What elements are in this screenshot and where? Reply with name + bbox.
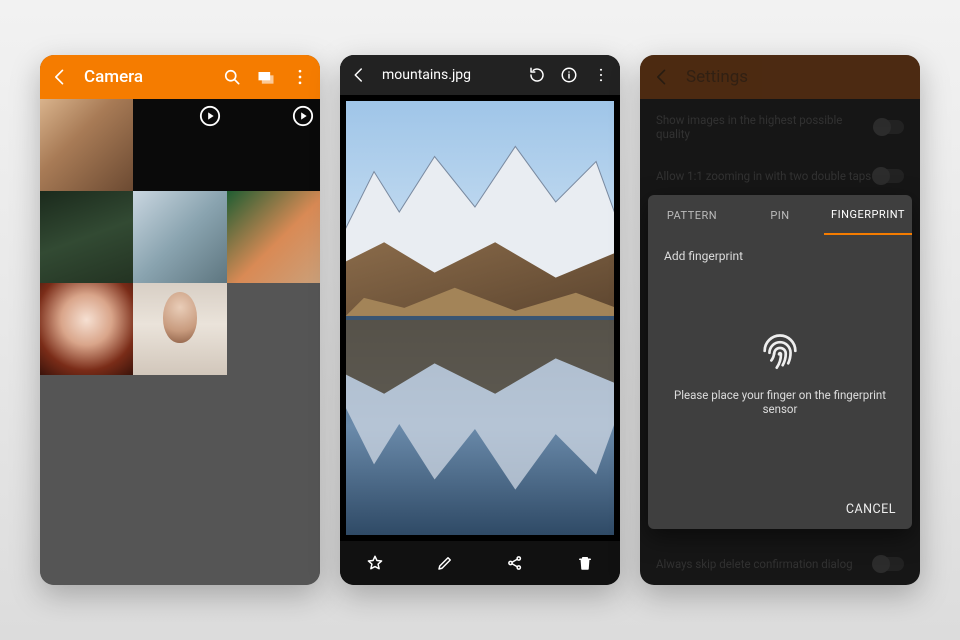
toggle[interactable] bbox=[874, 557, 904, 571]
viewer-appbar: mountains.jpg bbox=[340, 55, 620, 95]
gallery-title: Camera bbox=[84, 67, 143, 87]
sheet-body: Add fingerprint Please place your finger… bbox=[648, 235, 912, 490]
favorite-button[interactable] bbox=[366, 554, 384, 572]
more-button[interactable] bbox=[290, 67, 310, 87]
search-button[interactable] bbox=[222, 67, 242, 87]
tab-pin[interactable]: PIN bbox=[736, 195, 824, 235]
share-icon bbox=[506, 554, 524, 572]
thumbnail-video[interactable] bbox=[227, 99, 320, 191]
thumbnail-video[interactable] bbox=[133, 99, 226, 191]
security-tabs: PATTERN PIN FINGERPRINT bbox=[648, 195, 912, 235]
viewer-image[interactable] bbox=[340, 95, 620, 541]
pencil-icon bbox=[436, 554, 454, 572]
back-button[interactable] bbox=[652, 67, 672, 87]
settings-title: Settings bbox=[686, 67, 748, 87]
play-icon bbox=[292, 105, 314, 127]
thumbnail[interactable] bbox=[40, 99, 133, 191]
arrow-left-icon bbox=[50, 67, 70, 87]
rotate-icon bbox=[528, 66, 546, 84]
viewer-screen: mountains.jpg bbox=[340, 55, 620, 585]
back-button[interactable] bbox=[50, 67, 70, 87]
arrow-left-icon bbox=[350, 66, 368, 84]
setting-label: Allow 1:1 zooming in with two double tap… bbox=[656, 169, 871, 183]
search-icon bbox=[222, 67, 242, 87]
arrow-left-icon bbox=[652, 67, 672, 87]
edit-button[interactable] bbox=[436, 554, 454, 572]
setting-label: Show images in the highest possible qual… bbox=[656, 113, 875, 141]
setting-row-quality[interactable]: Show images in the highest possible qual… bbox=[640, 99, 920, 155]
gallery-screen: Camera bbox=[40, 55, 320, 585]
viewer-filename: mountains.jpg bbox=[382, 67, 471, 83]
rotate-button[interactable] bbox=[528, 66, 546, 84]
more-vert-icon bbox=[290, 67, 310, 87]
tab-pattern[interactable]: PATTERN bbox=[648, 195, 736, 235]
slideshow-icon bbox=[256, 67, 276, 87]
sheet-heading: Add fingerprint bbox=[664, 249, 896, 263]
fingerprint-icon bbox=[757, 324, 803, 370]
share-button[interactable] bbox=[506, 554, 524, 572]
settings-screen: Settings Show images in the highest poss… bbox=[640, 55, 920, 585]
sheet-message: Please place your finger on the fingerpr… bbox=[664, 388, 896, 416]
setting-row-zoom[interactable]: Allow 1:1 zooming in with two double tap… bbox=[640, 155, 920, 197]
delete-button[interactable] bbox=[576, 554, 594, 572]
setting-row-skip-confirm[interactable]: Always skip delete confirmation dialog bbox=[640, 543, 920, 585]
mountain-photo bbox=[346, 101, 614, 535]
cancel-button[interactable]: CANCEL bbox=[846, 502, 896, 517]
thumbnail-grid bbox=[40, 99, 320, 585]
toggle[interactable] bbox=[874, 169, 904, 183]
security-sheet: PATTERN PIN FINGERPRINT Add fingerprint … bbox=[648, 195, 912, 529]
info-button[interactable] bbox=[560, 66, 578, 84]
gallery-appbar: Camera bbox=[40, 55, 320, 99]
more-vert-icon bbox=[592, 66, 610, 84]
thumbnail[interactable] bbox=[227, 191, 320, 283]
toggle[interactable] bbox=[875, 120, 904, 134]
play-icon bbox=[199, 105, 221, 127]
thumbnail[interactable] bbox=[133, 283, 226, 375]
settings-appbar: Settings bbox=[640, 55, 920, 99]
more-button[interactable] bbox=[592, 66, 610, 84]
thumbnail[interactable] bbox=[40, 191, 133, 283]
star-icon bbox=[366, 554, 384, 572]
tab-fingerprint[interactable]: FINGERPRINT bbox=[824, 195, 912, 235]
info-icon bbox=[560, 66, 578, 84]
trash-icon bbox=[576, 554, 594, 572]
setting-label: Always skip delete confirmation dialog bbox=[656, 557, 853, 571]
thumbnail[interactable] bbox=[133, 191, 226, 283]
back-button[interactable] bbox=[350, 66, 368, 84]
viewer-bottombar bbox=[340, 541, 620, 585]
slideshow-button[interactable] bbox=[256, 67, 276, 87]
thumbnail[interactable] bbox=[40, 283, 133, 375]
sheet-footer: CANCEL bbox=[648, 490, 912, 529]
